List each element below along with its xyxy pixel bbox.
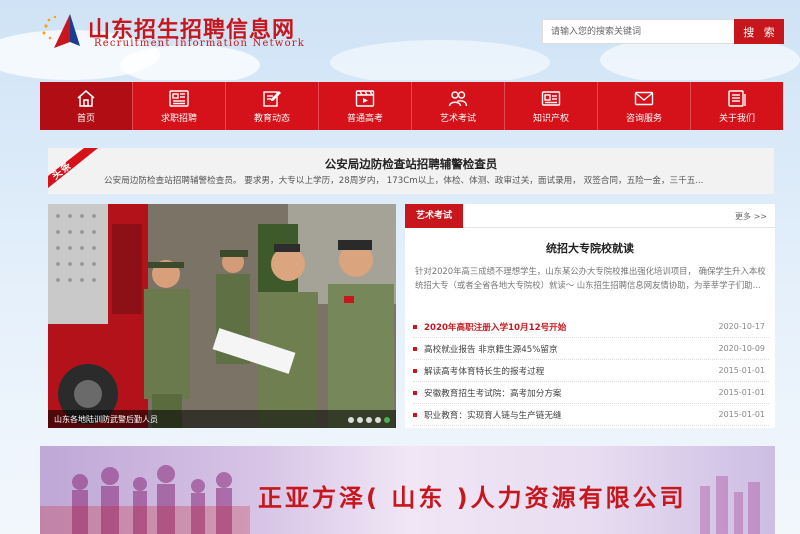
more-link[interactable]: 更多 >>	[735, 211, 767, 222]
main-nav: 首页 求职招聘 教育动态 普通高考 艺术考试 知识产权 咨询服务 关于我们	[40, 82, 783, 130]
bullet-icon	[413, 368, 417, 373]
art-exam-panel: 艺术考试 更多 >> 统招大专院校就读 针对2020年高三成绩不理想学生，山东某…	[405, 204, 775, 428]
nav-item-education[interactable]: 教育动态	[226, 82, 319, 130]
news-date: 2020-10-09	[718, 344, 766, 353]
id-card-icon	[541, 91, 561, 106]
site-subtitle: Recruitment Information Network	[94, 38, 306, 49]
slide-dot[interactable]	[366, 417, 372, 423]
company-banner[interactable]: 正亚方泽( 山东 )人力资源有限公司	[40, 446, 775, 534]
slide-image	[48, 204, 396, 428]
news-date: 2015-01-01	[718, 366, 766, 375]
newspaper-icon	[169, 90, 189, 107]
news-title[interactable]: 安徽教育招生考试院：高考加分方案	[424, 387, 562, 399]
news-date: 2020-10-17	[718, 322, 766, 331]
users-icon	[448, 91, 468, 107]
slide-dot[interactable]	[348, 417, 354, 423]
nav-label: 咨询服务	[625, 114, 662, 124]
nav-label: 教育动态	[253, 114, 290, 124]
star-sail-logo-icon	[42, 14, 80, 48]
headline-title[interactable]: 公安局边防检查站招聘辅警检查员	[48, 156, 774, 172]
home-icon	[77, 90, 95, 107]
search-button[interactable]: 搜 索	[734, 19, 784, 44]
news-title[interactable]: 职业教育：实现育人链与生产链无缝	[424, 409, 562, 421]
nav-label: 知识产权	[532, 114, 569, 124]
feature-title[interactable]: 统招大专院校就读	[405, 240, 775, 256]
nav-item-home[interactable]: 首页	[40, 82, 133, 130]
list-item[interactable]: 职业教育：实现育人链与生产链无缝 2015-01-01	[413, 404, 769, 426]
nav-label: 艺术考试	[439, 114, 476, 124]
slide-dot[interactable]	[357, 417, 363, 423]
banner-company-name: 正亚方泽( 山东 )人力资源有限公司	[258, 484, 687, 512]
list-item[interactable]: 解读高考体育特长生的报考过程 2015-01-01	[413, 360, 769, 382]
nav-label: 普通高考	[346, 114, 383, 124]
news-date: 2015-01-01	[718, 388, 766, 397]
news-title[interactable]: 解读高考体育特长生的报考过程	[424, 365, 544, 377]
bullet-icon	[413, 412, 417, 417]
nav-item-gaokao[interactable]: 普通高考	[319, 82, 412, 130]
edit-icon	[263, 91, 281, 107]
nav-label: 首页	[76, 114, 95, 124]
feature-description: 针对2020年高三成绩不理想学生，山东某公办大专院校推出强化培训项目， 确保学生…	[415, 266, 766, 290]
bullet-icon	[413, 324, 417, 329]
nav-item-jobs[interactable]: 求职招聘	[133, 82, 226, 130]
film-icon	[355, 90, 375, 107]
slide-dot-active[interactable]	[384, 417, 390, 423]
bullet-icon	[413, 346, 417, 351]
document-list-icon	[728, 90, 746, 107]
list-item[interactable]: 安徽教育招生考试院：高考加分方案 2015-01-01	[413, 382, 769, 404]
list-item[interactable]: 高校就业报告 非京籍生源45%留京 2020-10-09	[413, 338, 769, 360]
news-list: 2020年高职注册入学10月12号开始 2020-10-17 高校就业报告 非京…	[413, 316, 769, 426]
nav-item-ip[interactable]: 知识产权	[505, 82, 598, 130]
mail-icon	[634, 91, 654, 106]
nav-label: 求职招聘	[160, 114, 197, 124]
nav-item-art-exam[interactable]: 艺术考试	[412, 82, 505, 130]
nav-item-about[interactable]: 关于我们	[691, 82, 783, 130]
search-input[interactable]	[542, 19, 734, 44]
headline-news[interactable]: 头条 公安局边防检查站招聘辅警检查员 公安局边防检查站招聘辅警检查员。 要求男，…	[48, 148, 774, 194]
list-item[interactable]: 2020年高职注册入学10月12号开始 2020-10-17	[413, 316, 769, 338]
tab-art-exam[interactable]: 艺术考试	[405, 204, 463, 228]
bullet-icon	[413, 390, 417, 395]
search-bar: 搜 索	[542, 19, 784, 44]
slide-dots	[348, 417, 390, 423]
nav-item-consult[interactable]: 咨询服务	[598, 82, 691, 130]
photo-slideshow[interactable]: 山东各地陆训防武警后勤人员	[48, 204, 396, 428]
site-logo[interactable]: 山东招生招聘信息网 Recruitment Information Networ…	[40, 10, 310, 52]
news-title[interactable]: 2020年高职注册入学10月12号开始	[424, 321, 566, 333]
headline-summary: 公安局边防检查站招聘辅警检查员。 要求男，大专以上学历，28周岁内， 173Cm…	[104, 176, 704, 186]
news-date: 2015-01-01	[718, 410, 766, 419]
panel-header: 艺术考试 更多 >>	[405, 204, 775, 228]
slide-dot[interactable]	[375, 417, 381, 423]
slide-caption: 山东各地陆训防武警后勤人员	[54, 415, 158, 424]
nav-label: 关于我们	[718, 114, 755, 124]
news-title[interactable]: 高校就业报告 非京籍生源45%留京	[424, 343, 558, 355]
